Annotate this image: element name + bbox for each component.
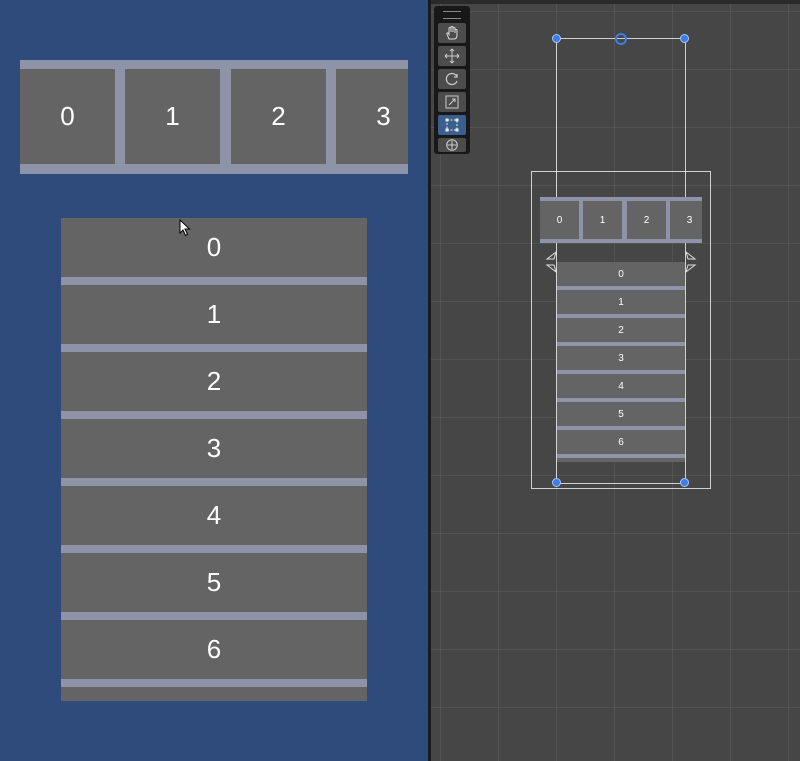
vertical-list-item[interactable]: 1 (61, 285, 367, 344)
scene-horizontal-item[interactable]: 1 (583, 201, 622, 239)
scene-tools-toolbar (434, 6, 470, 154)
item-label: 3 (206, 433, 222, 463)
item-label: 1 (206, 299, 222, 329)
item-label: 2 (618, 324, 624, 336)
pivot-handle-icon[interactable] (615, 33, 627, 45)
scene-horizontal-item[interactable]: 0 (540, 201, 579, 239)
hand-icon (446, 26, 458, 40)
horizontal-scroll-list[interactable]: 0 1 2 3 (20, 60, 408, 174)
resize-handle-top-right[interactable] (680, 34, 689, 43)
item-label: 2 (271, 101, 286, 131)
scene-vertical-item[interactable]: 5 (557, 402, 685, 426)
move-icon (444, 48, 460, 64)
vertical-list-item[interactable]: 2 (61, 352, 367, 411)
item-label: 2 (206, 366, 222, 396)
toolbar-grip[interactable] (443, 11, 461, 19)
scale-icon (445, 95, 459, 109)
resize-handle-top-left[interactable] (552, 34, 561, 43)
scale-tool-button[interactable] (438, 92, 466, 112)
item-label: 6 (618, 436, 624, 448)
horizontal-list-item[interactable]: 1 (125, 69, 220, 164)
scene-vertical-item[interactable]: 2 (557, 318, 685, 342)
item-label: 1 (165, 101, 180, 131)
vertical-list-item[interactable]: 4 (61, 486, 367, 545)
item-label: 2 (643, 214, 650, 226)
vertical-list-item[interactable]: 0 (61, 218, 367, 277)
item-label: 5 (206, 567, 222, 597)
vertical-list-item[interactable]: 5 (61, 553, 367, 612)
transform-tool-button[interactable] (438, 138, 466, 152)
horizontal-list-item[interactable]: 0 (20, 69, 115, 164)
item-label: 0 (556, 214, 563, 226)
rect-tool-button[interactable] (438, 115, 466, 135)
horizontal-list-item[interactable]: 3 (336, 69, 408, 164)
vertical-list-item-partial[interactable] (61, 687, 367, 701)
scene-vertical-item[interactable]: 1 (557, 290, 685, 314)
vertical-scroll-list[interactable]: 0 1 2 3 4 5 6 (61, 218, 367, 701)
rotate-icon (445, 72, 458, 86)
item-label: 5 (618, 408, 624, 420)
scene-vertical-item[interactable]: 4 (557, 374, 685, 398)
hand-tool-button[interactable] (438, 23, 466, 43)
mouse-cursor-icon (179, 219, 191, 237)
item-label: 6 (206, 634, 222, 664)
scene-top-border (431, 0, 800, 4)
scene-horizontal-item[interactable]: 3 (670, 201, 702, 239)
item-label: 4 (618, 380, 624, 392)
scene-vertical-item[interactable]: 0 (557, 262, 685, 286)
horizontal-list-item[interactable]: 2 (231, 69, 326, 164)
scene-view[interactable]: 0 1 2 3 0 1 2 3 4 5 6 (431, 0, 800, 761)
item-label: 3 (376, 101, 391, 131)
game-view: 0 1 2 3 0 1 2 3 4 5 6 (0, 0, 428, 761)
scene-vertical-item-partial (557, 458, 685, 462)
item-label: 4 (206, 500, 222, 530)
rotate-tool-button[interactable] (438, 69, 466, 89)
resize-handle-bottom-left[interactable] (552, 478, 561, 487)
item-label: 3 (618, 352, 624, 364)
scene-horizontal-item[interactable]: 2 (627, 201, 666, 239)
item-label: 0 (60, 101, 75, 131)
scene-vertical-item[interactable]: 6 (557, 430, 685, 454)
item-label: 3 (686, 214, 693, 226)
item-label: 0 (206, 232, 222, 262)
vertical-list-item[interactable]: 6 (61, 620, 367, 679)
anchor-right-icon[interactable] (684, 251, 698, 273)
scene-vertical-item[interactable]: 3 (557, 346, 685, 370)
scene-vertical-list[interactable]: 0 1 2 3 4 5 6 (557, 262, 685, 462)
rect-icon (445, 118, 459, 132)
item-label: 0 (618, 268, 624, 280)
item-label: 1 (599, 214, 606, 226)
item-label: 1 (618, 296, 624, 308)
move-tool-button[interactable] (438, 46, 466, 66)
anchor-left-icon[interactable] (544, 251, 558, 273)
transform-icon (446, 139, 458, 151)
vertical-list-item[interactable]: 3 (61, 419, 367, 478)
scene-horizontal-list[interactable]: 0 1 2 3 (540, 197, 702, 243)
resize-handle-bottom-right[interactable] (680, 478, 689, 487)
